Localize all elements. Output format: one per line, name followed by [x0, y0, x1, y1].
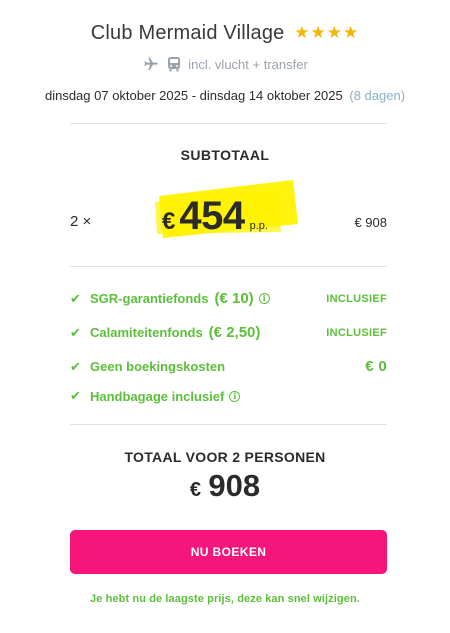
- trip-duration: (8 dagen): [349, 88, 406, 103]
- feature-status: € 0: [365, 358, 387, 375]
- lowest-price-note: Je hebt nu de laagste prijs, deze kan sn…: [90, 593, 360, 605]
- bus-icon: [167, 56, 181, 72]
- feature-amount: (€ 2,50): [208, 324, 261, 341]
- feature-status: INCLUSIEF: [326, 326, 387, 339]
- feature-amount: (€ 10): [214, 290, 254, 307]
- total-label: TOTAAL VOOR 2 PERSONEN: [124, 449, 326, 465]
- info-icon[interactable]: i: [229, 390, 241, 402]
- price-per-person: € 454 p.p.: [162, 194, 268, 239]
- check-icon: ✔: [70, 388, 81, 403]
- travel-dates: dinsdag 07 oktober 2025 - dinsdag 14 okt…: [0, 88, 450, 103]
- travel-info: incl. vlucht + transfer: [0, 56, 450, 72]
- star-rating: ★★★★: [294, 23, 360, 42]
- check-icon: ✔: [70, 324, 81, 340]
- feature-calamiteitenfonds: ✔ Calamiteitenfonds (€ 2,50) INCLUSIEF: [70, 324, 387, 341]
- divider: [70, 123, 387, 124]
- travel-text: incl. vlucht + transfer: [188, 56, 308, 72]
- price-row: 2 × € 454 p.p. € 908: [0, 172, 450, 242]
- feature-status: INCLUSIEF: [326, 292, 387, 305]
- date-range: dinsdag 07 oktober 2025 - dinsdag 14 okt…: [44, 88, 343, 103]
- quantity: 2 ×: [70, 213, 92, 230]
- total-currency: €: [189, 479, 201, 501]
- total-amount: 908: [208, 468, 261, 503]
- feature-label: SGR-garantiefonds: [90, 291, 209, 306]
- feature-label: Geen boekingskosten: [90, 359, 226, 374]
- info-icon[interactable]: i: [258, 293, 270, 304]
- feature-sgr: ✔ SGR-garantiefonds (€ 10) i INCLUSIEF: [70, 290, 387, 307]
- airplane-icon: [142, 56, 160, 72]
- feature-boekingskosten: ✔ Geen boekingskosten € 0: [70, 358, 387, 375]
- hotel-name: Club Mermaid Village: [90, 22, 285, 44]
- book-now-button[interactable]: NU BOEKEN: [70, 530, 387, 574]
- per-person-label: p.p.: [249, 220, 268, 232]
- subtotal-line-total: € 908: [354, 215, 387, 230]
- price-amount: 454: [179, 194, 245, 238]
- feature-label: Handbagage inclusief: [90, 388, 225, 404]
- check-icon: ✔: [70, 290, 81, 306]
- subtotal-label: SUBTOTAAL: [180, 147, 270, 163]
- hotel-title: Club Mermaid Village ★★★★: [0, 22, 450, 45]
- total-price: € 908: [0, 468, 450, 504]
- check-icon: ✔: [70, 358, 81, 374]
- feature-handbagage: ✔ Handbagage inclusief i: [70, 388, 387, 404]
- divider: [70, 424, 387, 425]
- feature-label: Calamiteitenfonds: [90, 325, 203, 340]
- divider: [70, 266, 387, 267]
- price-currency: €: [162, 208, 176, 235]
